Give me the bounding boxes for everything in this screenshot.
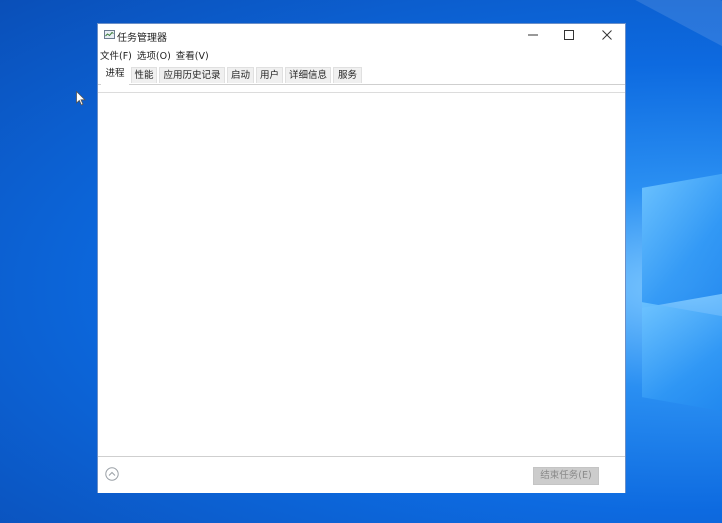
- minimize-button[interactable]: [515, 24, 551, 46]
- maximize-icon: [564, 30, 574, 40]
- close-button[interactable]: [589, 24, 625, 46]
- tab-app-history[interactable]: 应用历史记录: [159, 67, 225, 83]
- menu-bar: 文件(F) 选项(O) 查看(V): [98, 46, 625, 62]
- tab-users[interactable]: 用户: [256, 67, 283, 83]
- task-manager-icon: [104, 30, 115, 39]
- menu-options[interactable]: 选项(O): [135, 46, 174, 62]
- chevron-up-circle-icon[interactable]: [105, 467, 119, 481]
- windows-logo-pane-top: [642, 172, 722, 308]
- status-footer: 结束任务(E): [98, 456, 625, 493]
- close-icon: [602, 30, 612, 40]
- window-title: 任务管理器: [117, 33, 167, 44]
- windows-logo-pane-bottom: [642, 302, 722, 413]
- tab-services[interactable]: 服务: [333, 67, 362, 83]
- menu-file[interactable]: 文件(F): [98, 46, 135, 62]
- end-task-button[interactable]: 结束任务(E): [533, 467, 599, 485]
- tab-details[interactable]: 详细信息: [285, 67, 331, 83]
- menu-view[interactable]: 查看(V): [174, 46, 212, 62]
- tab-performance[interactable]: 性能: [131, 67, 157, 83]
- minimize-icon: [528, 34, 538, 36]
- tab-bar: 进程 性能 应用历史记录 启动 用户 详细信息 服务: [98, 65, 625, 85]
- maximize-button[interactable]: [551, 24, 587, 46]
- title-bar[interactable]: 任务管理器: [98, 24, 625, 46]
- task-manager-window[interactable]: 任务管理器 文件(F) 选项(O) 查看(V) 进程 性能 应用历史记录 启动 …: [97, 23, 626, 493]
- mouse-pointer-icon: [76, 91, 86, 106]
- tab-processes[interactable]: 进程: [101, 65, 129, 85]
- process-list-area[interactable]: [98, 92, 625, 457]
- tab-startup[interactable]: 启动: [227, 67, 254, 83]
